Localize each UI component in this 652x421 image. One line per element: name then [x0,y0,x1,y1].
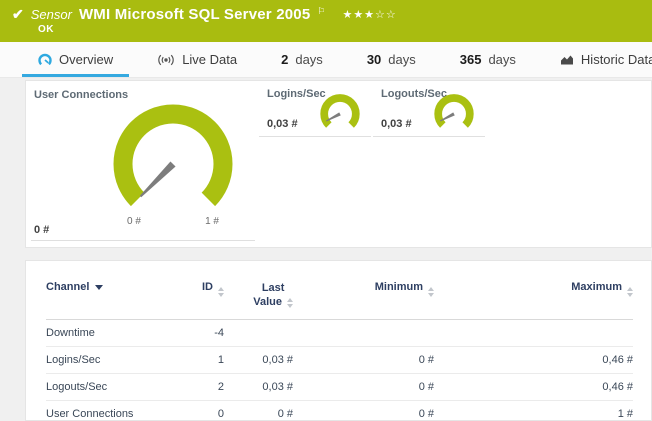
cell-last-value: 0,03 # [224,373,293,400]
tab-30-days-number: 30 [367,52,381,67]
channel-table: Channel ID Last Value Minimum [46,277,633,421]
cell-channel[interactable]: Logins/Sec [46,346,179,373]
column-header-channel[interactable]: Channel [46,277,179,319]
gauge-icon [38,53,52,67]
status-check-icon: ✔ [12,7,24,21]
tab-historic-data[interactable]: Historic Data [544,42,652,77]
user-connections-gauge [111,102,235,212]
tab-live-data[interactable]: Live Data [141,42,253,77]
column-label: Maximum [571,281,622,293]
cell-last-value: 0 # [224,400,293,421]
column-label: ID [202,281,213,293]
table-row[interactable]: Logins/Sec 1 0,03 # 0 # 0,46 # [46,346,633,373]
logins-gauge [319,93,361,130]
gauge-block-user-connections: User Connections 0 # 1 # 0 # [26,81,257,247]
cell-maximum: 0,46 # [434,373,633,400]
tab-2-days-label: days [295,52,322,67]
cell-channel[interactable]: Logouts/Sec [46,373,179,400]
cell-minimum: 0 # [293,400,434,421]
channel-table-panel: Channel ID Last Value Minimum [25,260,652,421]
priority-stars[interactable]: ★★★☆☆ [342,8,396,21]
sort-icon [287,298,293,308]
cell-last-value [224,319,293,346]
gauge-block-logouts: Logouts/Sec 0,03 # [373,81,485,137]
tab-30-days-label: days [388,52,415,67]
tab-365-days-number: 365 [460,52,482,67]
table-row[interactable]: Logouts/Sec 2 0,03 # 0 # 0,46 # [46,373,633,400]
cell-maximum: 0,46 # [434,346,633,373]
cell-minimum: 0 # [293,346,434,373]
tab-365-days[interactable]: 365 days [444,42,532,77]
column-header-minimum[interactable]: Minimum [293,277,434,319]
gauge-current-value: 0 # [34,224,49,236]
gauge-max-label: 1 # [205,216,219,227]
cell-maximum [434,319,633,346]
status-badge: OK [0,23,652,35]
tab-2-days[interactable]: 2 days [265,42,339,77]
cell-maximum: 1 # [434,400,633,421]
gauge-scale-labels: 0 # 1 # [111,216,235,227]
tab-30-days[interactable]: 30 days [351,42,432,77]
cell-id: 2 [179,373,224,400]
table-row[interactable]: Downtime -4 [46,319,633,346]
tab-overview-label: Overview [59,52,113,67]
stars-empty: ☆☆ [375,9,397,21]
tab-365-days-label: days [488,52,515,67]
table-row[interactable]: User Connections 0 0 # 0 # 1 # [46,400,633,421]
cell-last-value: 0,03 # [224,346,293,373]
stars-filled: ★★★ [342,9,375,21]
table-header-row: Channel ID Last Value Minimum [46,277,633,319]
flag-icon[interactable]: ⚐ [317,6,325,17]
column-label: Channel [46,281,89,293]
historic-chart-icon [560,54,574,66]
gauge-title: User Connections [34,89,128,101]
gauge-needle [138,161,176,199]
sort-icon [428,287,434,297]
cell-minimum [293,319,434,346]
gauge-current-value: 0,03 # [267,118,298,130]
tab-live-data-label: Live Data [182,52,237,67]
cell-id: 1 [179,346,224,373]
gauge-min-label: 0 # [127,216,141,227]
sort-icon [218,287,224,297]
prtg-sensor-page: ✔ Sensor WMI Microsoft SQL Server 2005 ⚐… [0,0,652,421]
tab-historic-data-label: Historic Data [581,52,652,67]
cell-channel[interactable]: Downtime [46,319,179,346]
sort-caret-icon [95,285,103,290]
page-title: WMI Microsoft SQL Server 2005 [79,6,310,23]
column-label: Value [253,295,282,309]
gauge-title: Logins/Sec [267,88,326,100]
column-label: Last [262,281,285,295]
column-label: Minimum [375,281,423,293]
logouts-gauge [433,93,475,130]
cell-id: 0 [179,400,224,421]
overview-gauges-panel: User Connections 0 # 1 # 0 # Logins/Sec [25,80,652,248]
cell-id: -4 [179,319,224,346]
cell-channel[interactable]: User Connections [46,400,179,421]
tab-bar: Overview Live Data 2 days 30 days 365 da… [0,42,652,78]
live-data-icon [157,54,175,66]
column-header-last-value[interactable]: Last Value [224,277,293,319]
object-kind-label: Sensor [31,7,72,22]
gauge-current-value: 0,03 # [381,118,412,130]
sensor-header: ✔ Sensor WMI Microsoft SQL Server 2005 ⚐… [0,0,652,42]
column-header-maximum[interactable]: Maximum [434,277,633,319]
column-header-id[interactable]: ID [179,277,224,319]
tab-overview[interactable]: Overview [22,42,129,77]
sort-icon [627,287,633,297]
cell-minimum: 0 # [293,373,434,400]
gauge-block-logins: Logins/Sec 0,03 # [259,81,371,137]
tab-2-days-number: 2 [281,52,288,67]
